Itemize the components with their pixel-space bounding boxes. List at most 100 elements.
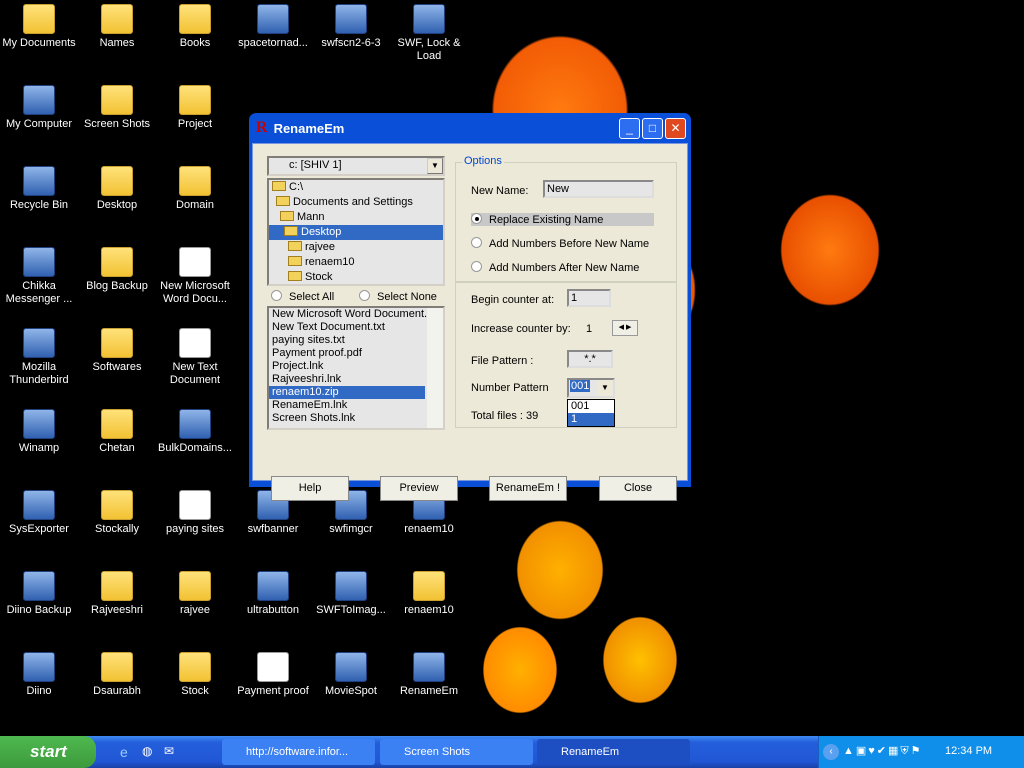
counter-spinner[interactable]: ◀ ▶ <box>612 320 638 336</box>
desktop-icon[interactable]: renaem10 <box>390 571 468 617</box>
desktop-icon[interactable]: Screen Shots <box>78 85 156 131</box>
new-name-input[interactable] <box>543 180 654 198</box>
desktop-icon[interactable]: SysExporter <box>0 490 78 536</box>
file-item[interactable]: renaem10.zip <box>269 386 425 399</box>
application-icon <box>23 328 55 358</box>
chevron-down-icon[interactable]: ▼ <box>427 158 443 174</box>
folder-icon <box>23 4 55 34</box>
taskbar-button[interactable]: Screen Shots <box>380 739 533 765</box>
show-hidden-icons-button[interactable]: ‹ <box>823 744 839 760</box>
desktop-icon[interactable]: My Documents <box>0 4 78 50</box>
file-item[interactable]: Payment proof.pdf <box>269 347 425 360</box>
folder-tree[interactable]: C:\ Documents and Settings Mann Desktop rajv… <box>267 178 445 286</box>
desktop-icon[interactable]: BulkDomains... <box>156 409 234 455</box>
desktop-icon[interactable]: spacetornad... <box>234 4 312 50</box>
maximize-button[interactable]: □ <box>642 118 663 139</box>
dropdown-option[interactable]: 001 <box>568 400 614 413</box>
tray-icons[interactable]: ▲▣♥✔▦⛨⚑ <box>843 744 923 758</box>
desktop-icon[interactable]: New Text Document <box>156 328 234 387</box>
desktop-icon[interactable]: Blog Backup <box>78 247 156 293</box>
drive-select[interactable]: c: [SHIV 1] ▼ <box>267 156 445 176</box>
desktop-icon[interactable]: paying sites <box>156 490 234 536</box>
desktop-icon[interactable]: Desktop <box>78 166 156 212</box>
desktop-icon[interactable]: Names <box>78 4 156 50</box>
file-item[interactable]: Project.lnk <box>269 360 425 373</box>
desktop-icon[interactable]: Stockally <box>78 490 156 536</box>
desktop-icon[interactable]: SWF, Lock & Load <box>390 4 468 63</box>
start-button[interactable]: start <box>0 736 96 768</box>
desktop-icon[interactable]: Recycle Bin <box>0 166 78 212</box>
desktop-icon[interactable]: ultrabutton <box>234 571 312 617</box>
desktop-icon[interactable]: Project <box>156 85 234 131</box>
desktop-icon[interactable]: Rajveeshri <box>78 571 156 617</box>
folder-item[interactable]: rajvee <box>269 240 443 255</box>
app-icon: R <box>256 119 268 136</box>
desktop-icon[interactable]: Payment proof <box>234 652 312 698</box>
desktop-icon[interactable]: Diino <box>0 652 78 698</box>
folder-item[interactable]: Stock <box>269 270 443 285</box>
file-item[interactable]: New Text Document.txt <box>269 321 425 334</box>
folder-item[interactable]: C:\ <box>269 180 443 195</box>
desktop-icon[interactable]: Domain <box>156 166 234 212</box>
name-mode-radio[interactable]: Add Numbers Before New Name <box>471 237 649 250</box>
desktop-icon[interactable]: Winamp <box>0 409 78 455</box>
file-pattern-input[interactable]: *.* <box>567 350 613 368</box>
number-pattern-select[interactable]: 001 ▼ <box>567 378 615 398</box>
maxthon-icon[interactable]: ◍ <box>142 744 152 758</box>
application-icon <box>23 166 55 196</box>
desktop-icon[interactable]: Chetan <box>78 409 156 455</box>
application-icon <box>257 571 289 601</box>
file-item[interactable]: New Microsoft Word Document. <box>269 308 427 321</box>
minimize-button[interactable]: _ <box>619 118 640 139</box>
desktop-icon[interactable]: Diino Backup <box>0 571 78 617</box>
desktop-icon[interactable]: Softwares <box>78 328 156 374</box>
desktop-icon[interactable]: Mozilla Thunderbird <box>0 328 78 387</box>
renameem-button[interactable]: RenameEm ! <box>489 476 567 501</box>
folder-item[interactable]: renaem10 <box>269 255 443 270</box>
begin-counter-input[interactable] <box>567 289 611 307</box>
desktop-icon[interactable]: SWFToImag... <box>312 571 390 617</box>
name-mode-radio[interactable]: Replace Existing Name <box>471 213 654 226</box>
outlook-icon[interactable]: ✉ <box>164 744 174 758</box>
name-mode-radio[interactable]: Add Numbers After New Name <box>471 261 639 274</box>
desktop-icon[interactable]: New Microsoft Word Docu... <box>156 247 234 306</box>
increase-value: 1 <box>586 323 593 335</box>
document-icon <box>179 247 211 277</box>
desktop-icon[interactable]: RenameEm <box>390 652 468 698</box>
dropdown-option[interactable]: 1 <box>568 413 614 426</box>
folder-icon <box>101 328 133 358</box>
ie-icon[interactable]: e <box>120 744 128 760</box>
desktop-icon[interactable]: Dsaurabh <box>78 652 156 698</box>
desktop-icon[interactable]: swfscn2-6-3 <box>312 4 390 50</box>
close-window-button[interactable]: ✕ <box>665 118 686 139</box>
folder-icon <box>179 85 211 115</box>
file-item[interactable]: Rajveeshri.lnk <box>269 373 425 386</box>
file-item[interactable]: RenameEm.lnk <box>269 399 425 412</box>
select-all-radio[interactable]: Select All <box>271 290 334 303</box>
close-button[interactable]: Close <box>599 476 677 501</box>
folder-icon <box>179 4 211 34</box>
desktop-icon[interactable]: My Computer <box>0 85 78 131</box>
desktop-icon[interactable]: Books <box>156 4 234 50</box>
chevron-down-icon[interactable]: ▼ <box>597 380 613 396</box>
taskbar-button[interactable]: http://software.infor... <box>222 739 375 765</box>
file-item[interactable]: paying sites.txt <box>269 334 425 347</box>
scrollbar[interactable] <box>427 308 443 428</box>
application-icon <box>23 247 55 277</box>
taskbar-button[interactable]: RenameEm <box>537 739 690 765</box>
select-none-radio[interactable]: Select None <box>359 290 437 303</box>
folder-item[interactable]: Documents and Settings <box>269 195 443 210</box>
number-pattern-dropdown[interactable]: 001 1 <box>567 399 615 427</box>
folder-item[interactable]: Mann <box>269 210 443 225</box>
file-list[interactable]: New Microsoft Word Document. New Text Doc… <box>267 306 445 430</box>
help-button[interactable]: Help <box>271 476 349 501</box>
desktop-icon[interactable]: Chikka Messenger ... <box>0 247 78 306</box>
preview-button[interactable]: Preview <box>380 476 458 501</box>
desktop-icon[interactable]: MovieSpot <box>312 652 390 698</box>
folder-icon <box>179 571 211 601</box>
file-item[interactable]: Screen Shots.lnk <box>269 412 425 425</box>
desktop-icon[interactable]: rajvee <box>156 571 234 617</box>
folder-icon <box>101 85 133 115</box>
desktop-icon[interactable]: Stock <box>156 652 234 698</box>
folder-item[interactable]: Desktop <box>269 225 443 240</box>
